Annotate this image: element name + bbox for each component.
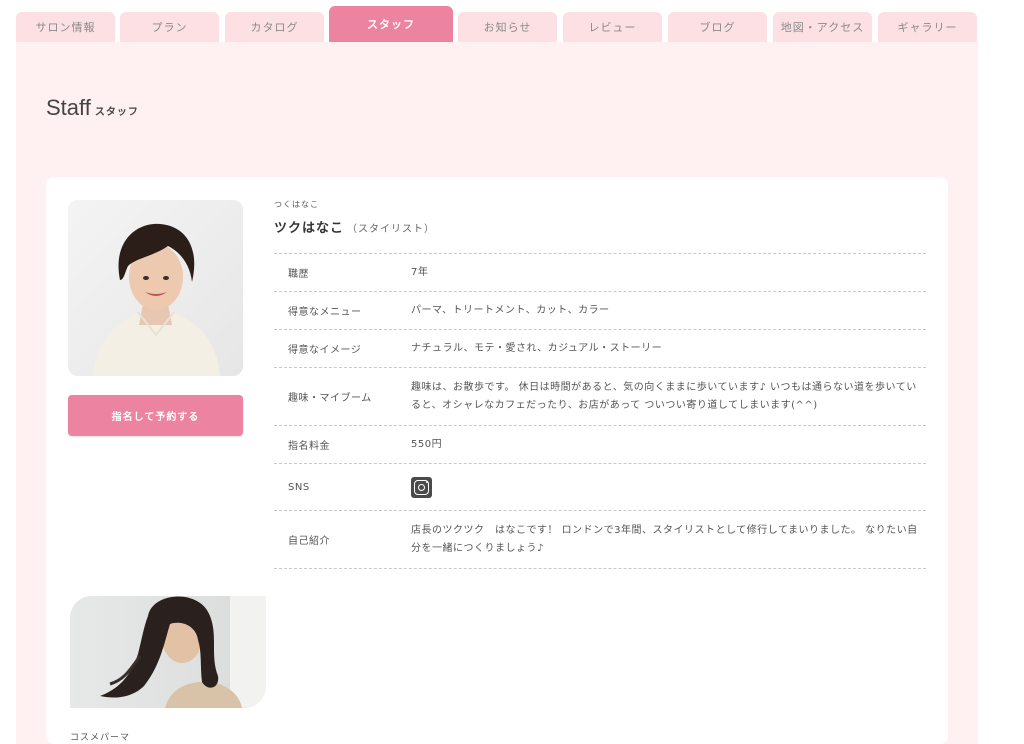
tab-review[interactable]: レビュー [563, 12, 662, 42]
detail-label: 自己紹介 [288, 536, 330, 547]
tab-gallery[interactable]: ギャラリー [878, 12, 977, 42]
detail-value: 550円 [411, 438, 443, 450]
page-title: Staff スタッフ [46, 95, 139, 121]
tab-staff[interactable]: スタッフ [329, 6, 453, 42]
detail-value: 趣味は、お散歩です。 休日は時間があると、気の向くままに歩いています♪ いつもは… [411, 381, 917, 411]
tab-plan[interactable]: プラン [120, 12, 219, 42]
detail-value: パーマ、トリートメント、カット、カラー [411, 304, 610, 316]
page-subtitle: スタッフ [94, 107, 139, 118]
detail-label: 指名料金 [288, 441, 330, 452]
tab-blog[interactable]: ブログ [668, 12, 767, 42]
staff-details-table: 職歴 7年 得意なメニュー パーマ、トリートメント、カット、カラー 得意なイメー… [274, 253, 926, 569]
detail-label: SNS [288, 481, 310, 493]
page-title-text: Staff [46, 95, 91, 120]
detail-value: 7年 [411, 266, 429, 278]
detail-row-menu: 得意なメニュー パーマ、トリートメント、カット、カラー [274, 292, 926, 330]
tab-salon-info[interactable]: サロン情報 [16, 12, 115, 42]
staff-name: ツクはなこ （スタイリスト） [274, 217, 926, 236]
detail-row-image: 得意なイメージ ナチュラル、モテ・愛され、カジュアル・ストーリー [274, 330, 926, 368]
detail-label: 得意なメニュー [288, 307, 362, 318]
tab-news[interactable]: お知らせ [458, 12, 557, 42]
staff-photo [68, 200, 243, 376]
detail-row-fee: 指名料金 550円 [274, 426, 926, 464]
staff-role: （スタイリスト） [347, 224, 436, 235]
detail-label: 得意なイメージ [288, 345, 362, 356]
main-content: Staff スタッフ 指名して予約する つくはなこ ツクはなこ （スタイリスト）… [16, 42, 978, 744]
detail-value [411, 476, 926, 498]
detail-row-hobby: 趣味・マイブーム 趣味は、お散歩です。 休日は時間があると、気の向くままに歩いて… [274, 368, 926, 426]
detail-label: 職歴 [288, 269, 309, 280]
reserve-staff-button[interactable]: 指名して予約する [68, 395, 243, 436]
detail-row-intro: 自己紹介 店長のツクツク はなこです！ ロンドンで3年間、スタイリストとして修行… [274, 511, 926, 569]
detail-row-career: 職歴 7年 [274, 254, 926, 292]
detail-row-sns: SNS [274, 464, 926, 511]
style-caption: コスメパーマ [70, 733, 131, 743]
staff-name-kana: つくはなこ [274, 200, 319, 209]
staff-info: つくはなこ ツクはなこ （スタイリスト） [274, 199, 926, 236]
style-photo[interactable] [70, 596, 266, 708]
tab-catalog[interactable]: カタログ [225, 12, 324, 42]
detail-value: 店長のツクツク はなこです！ ロンドンで3年間、スタイリストとして修行してまいり… [411, 524, 918, 554]
detail-label: 趣味・マイブーム [288, 393, 372, 404]
tab-bar: サロン情報 プラン カタログ スタッフ お知らせ レビュー ブログ 地図・アクセ… [16, 0, 978, 42]
staff-card: 指名して予約する つくはなこ ツクはなこ （スタイリスト） 職歴 7年 得意なメニ… [46, 177, 948, 744]
tab-map-access[interactable]: 地図・アクセス [773, 12, 872, 42]
instagram-icon[interactable] [411, 476, 432, 498]
detail-value: ナチュラル、モテ・愛され、カジュアル・ストーリー [411, 342, 663, 354]
staff-name-text: ツクはなこ [274, 221, 345, 236]
